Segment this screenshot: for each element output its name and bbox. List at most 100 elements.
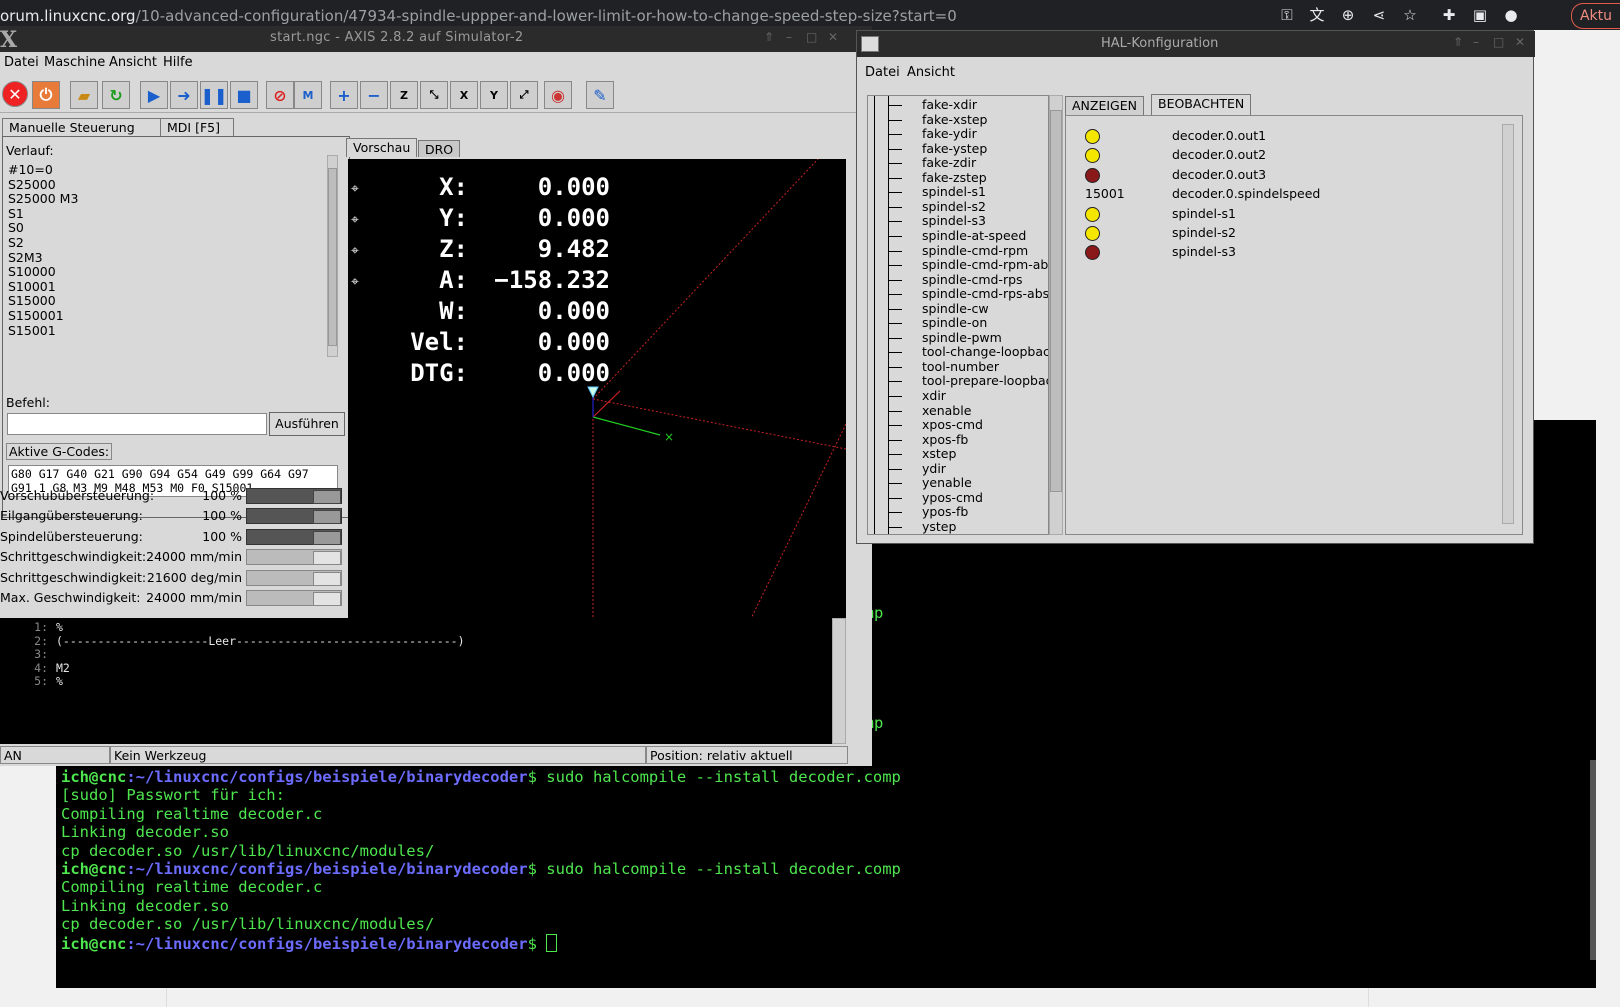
watch-name[interactable]: decoder.0.out3	[1172, 167, 1266, 182]
history-list[interactable]: #10=0 S25000 S25000 M3 S1 S0 S2 S2M3 S10000 S100…	[5, 161, 335, 361]
history-item[interactable]: S2M3	[8, 250, 43, 265]
tree-item[interactable]: tool-change-loopback	[922, 344, 1048, 359]
history-item[interactable]: S15000	[8, 293, 56, 308]
hal-tree-scrollbar[interactable]	[1049, 95, 1063, 535]
keep-above-icon[interactable]: ⇑	[764, 30, 774, 44]
key-icon[interactable]: ⚿	[1278, 6, 1296, 24]
hal-titlebar[interactable]: HAL-Konfiguration ⇑ – □ ✕	[857, 31, 1535, 57]
tree-item[interactable]: spindel-s1	[922, 184, 986, 199]
close-icon[interactable]: ✕	[1515, 35, 1525, 49]
view-z2-icon[interactable]: ⤡	[420, 81, 448, 109]
watch-name[interactable]: decoder.0.spindelspeed	[1172, 186, 1320, 201]
maximize-icon[interactable]: □	[1493, 35, 1504, 49]
tree-item[interactable]: xenable	[922, 403, 971, 418]
history-item[interactable]: S10001	[8, 279, 56, 294]
terminal-scrollbar[interactable]	[1590, 760, 1596, 960]
zoom-icon[interactable]: ⊕	[1339, 6, 1357, 24]
tree-item[interactable]: spindle-cmd-rpm-abs	[922, 257, 1048, 272]
tree-item[interactable]: xpos-fb	[922, 432, 968, 447]
tree-item[interactable]: fake-ydir	[922, 126, 977, 141]
tab-manual[interactable]: Manuelle Steuerung [F3]	[2, 118, 162, 152]
gcode-scrollbar[interactable]	[832, 618, 846, 744]
address-bar[interactable]: orum.linuxcnc.org/10-advanced-configurat…	[0, 7, 957, 25]
tree-item[interactable]: fake-ystep	[922, 141, 987, 156]
watch-name[interactable]: decoder.0.out1	[1172, 128, 1266, 143]
tree-item[interactable]: spindle-cw	[922, 301, 989, 316]
watch-scrollbar[interactable]	[1502, 124, 1514, 524]
minimize-icon[interactable]: –	[1473, 35, 1479, 49]
history-scroll-thumb[interactable]	[328, 168, 337, 346]
view-y-icon[interactable]: Y	[480, 81, 508, 109]
override-slider[interactable]	[246, 569, 342, 586]
slider-knob[interactable]	[313, 530, 341, 545]
axis-titlebar[interactable]: X start.ngc - AXIS 2.8.2 auf Simulator-2…	[0, 26, 872, 53]
slider-knob[interactable]	[313, 551, 341, 566]
tree-item[interactable]: fake-xstep	[922, 112, 988, 127]
tab-mdi[interactable]: MDI [F5]	[160, 118, 234, 138]
view-x-icon[interactable]: X	[450, 81, 478, 109]
reload-icon[interactable]: ↻	[102, 81, 130, 109]
history-item[interactable]: S150001	[8, 308, 64, 323]
tree-item[interactable]: ypos-fb	[922, 504, 968, 519]
hal-menu-datei[interactable]: Datei	[865, 65, 900, 80]
profile-button[interactable]: Aktu	[1570, 3, 1620, 29]
power-icon[interactable]: ⏻	[32, 81, 60, 109]
tab-vorschau[interactable]: Vorschau	[346, 138, 418, 157]
tree-item[interactable]: spindle-on	[922, 315, 987, 330]
tree-item[interactable]: yenable	[922, 475, 972, 490]
open-file-icon[interactable]: ▰	[70, 81, 98, 109]
step-icon[interactable]: ➜	[170, 81, 198, 109]
preview-canvas[interactable]: × ⌖ X: 0.000 ⌖ Y: 0.000 ⌖ Z: 9.482 ⌖ A: −158.232 W: 0…	[348, 159, 846, 635]
slider-knob[interactable]	[313, 510, 341, 525]
override-slider[interactable]	[246, 549, 342, 566]
tree-item[interactable]: xdir	[922, 388, 946, 403]
maximize-icon[interactable]: □	[806, 30, 817, 44]
hal-signal-tree[interactable]: fake-xdir fake-xstep fake-ydir fake-ystep fa…	[867, 95, 1049, 535]
translate-icon[interactable]: 文	[1308, 6, 1326, 24]
hal-watch-list[interactable]: decoder.0.out1 decoder.0.out2 decoder.0.ou…	[1065, 115, 1523, 535]
bookmark-star-icon[interactable]: ☆	[1401, 6, 1419, 24]
override-slider[interactable]	[246, 508, 342, 525]
tree-item[interactable]: spindle-cmd-rps-abs	[922, 286, 1048, 301]
history-item[interactable]: S2	[8, 235, 24, 250]
history-scrollbar[interactable]	[327, 155, 338, 357]
rotate-view-icon[interactable]: ◉	[544, 81, 572, 109]
watch-name[interactable]: spindel-s2	[1172, 225, 1236, 240]
profile-icon[interactable]: ●	[1502, 6, 1520, 24]
pause-icon[interactable]: ❚❚	[200, 81, 228, 109]
share-icon[interactable]: ⋖	[1370, 6, 1388, 24]
tree-item[interactable]: ydir	[922, 461, 946, 476]
extensions-icon[interactable]: ✚	[1440, 6, 1458, 24]
override-slider[interactable]	[246, 488, 342, 504]
befehl-input[interactable]	[7, 413, 267, 435]
tab-beobachten[interactable]: BEOBACHTEN	[1151, 94, 1252, 116]
menu-ansicht[interactable]: Ansicht	[109, 55, 157, 70]
view-z-icon[interactable]: Z	[390, 81, 418, 109]
slider-knob[interactable]	[313, 490, 341, 504]
hal-tree-scroll-thumb[interactable]	[1050, 110, 1062, 492]
sidepanel-icon[interactable]: ▣	[1471, 6, 1489, 24]
slider-knob[interactable]	[313, 571, 341, 586]
keep-above-icon[interactable]: ⇑	[1453, 35, 1463, 49]
tree-item[interactable]: xstep	[922, 446, 956, 461]
tree-item[interactable]: xpos-cmd	[922, 417, 983, 432]
tree-item[interactable]: ypos-cmd	[922, 490, 983, 505]
tab-dro[interactable]: DRO	[418, 140, 461, 157]
override-slider[interactable]	[246, 528, 342, 545]
gcode-viewer[interactable]: 1:% 2: (---------------------Leer---------…	[0, 618, 846, 744]
tree-item[interactable]: spindle-at-speed	[922, 228, 1026, 243]
override-slider[interactable]	[246, 590, 342, 606]
view-p-icon[interactable]: ⤢	[510, 81, 538, 109]
tree-item[interactable]: fake-xdir	[922, 97, 977, 112]
history-item[interactable]: S25000 M3	[8, 191, 78, 206]
block-delete-icon[interactable]: ⊘	[266, 81, 294, 109]
zoom-in-icon[interactable]: +	[330, 81, 358, 109]
history-item[interactable]: S10000	[8, 264, 56, 279]
tree-item[interactable]: fake-zstep	[922, 170, 987, 185]
ausfuehren-button[interactable]: Ausführen	[269, 412, 345, 436]
zoom-out-icon[interactable]: −	[360, 81, 388, 109]
history-item[interactable]: S15001	[8, 323, 56, 338]
run-icon[interactable]: ▶	[140, 81, 168, 109]
menu-maschine[interactable]: Maschine	[44, 55, 105, 70]
tree-item[interactable]: spindle-cmd-rps	[922, 272, 1023, 287]
